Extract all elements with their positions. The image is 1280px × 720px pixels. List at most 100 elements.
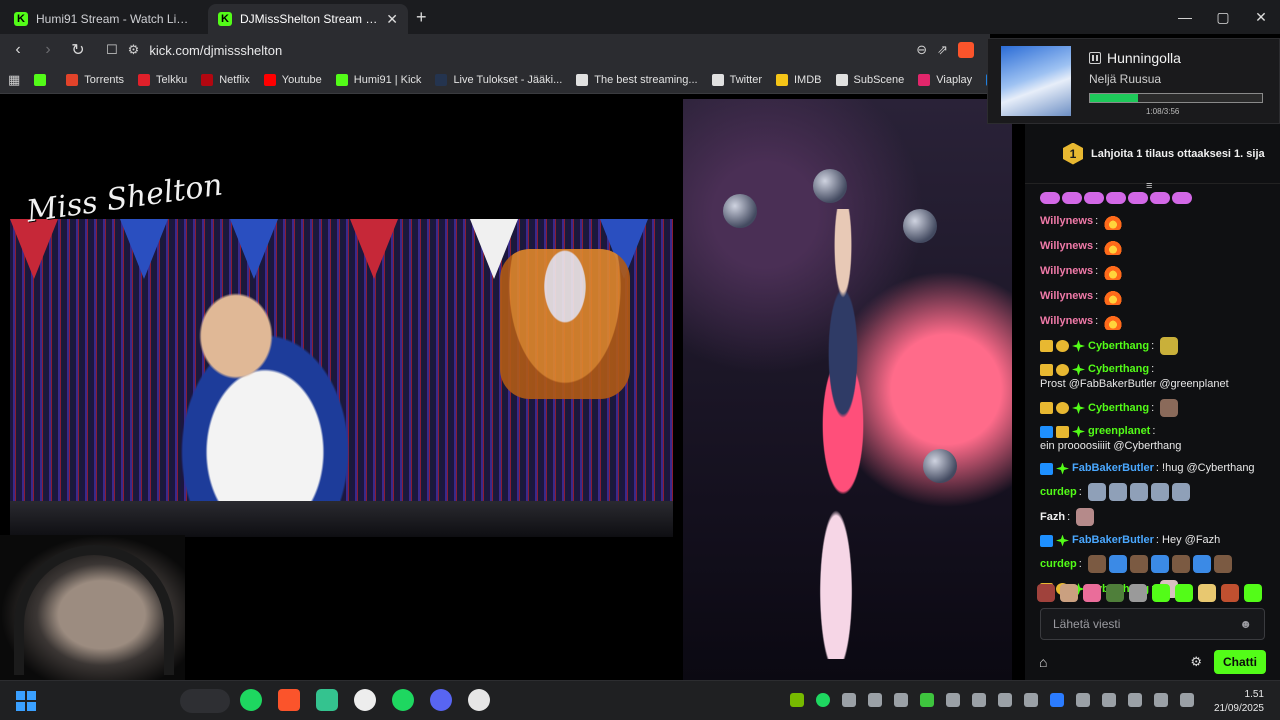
chat-username[interactable]: curdep	[1040, 485, 1077, 500]
back-button[interactable]: ‹	[8, 41, 28, 59]
bookmark-item[interactable]	[34, 73, 52, 86]
chat-message: Willynews:	[1040, 287, 1276, 305]
chat-filter-icon[interactable]: ≡	[1146, 180, 1152, 192]
stein-emote-icon	[1087, 483, 1106, 501]
bookmark-item[interactable]: Humi91 | Kick	[335, 73, 421, 86]
pause-icon[interactable]	[1089, 52, 1101, 64]
chat-username[interactable]: Cyberthang	[1088, 362, 1149, 377]
brave-shields-icon[interactable]	[958, 42, 974, 58]
bookmark-item[interactable]: Netflix	[201, 73, 250, 86]
bookmark-item[interactable]: Telkku	[138, 73, 187, 86]
spotify-icon[interactable]	[240, 689, 262, 711]
audio-tray-icon[interactable]	[998, 693, 1012, 707]
chat-username[interactable]: Willynews	[1040, 314, 1093, 329]
chat-message: FabBakerButler: !hug @Cyberthang	[1040, 461, 1276, 476]
address-bar[interactable]: ☐ ⚙ kick.com/djmissshelton ⊖ ⇗	[98, 38, 982, 62]
chat-username[interactable]: Willynews	[1040, 289, 1093, 304]
minimize-button[interactable]: —	[1166, 0, 1204, 34]
chat-username[interactable]: FabBakerButler	[1072, 533, 1154, 548]
chat-username[interactable]: FabBakerButler	[1072, 461, 1154, 476]
bookmark-item[interactable]: Youtube	[263, 73, 322, 86]
chat-username[interactable]: Cyberthang	[1088, 401, 1149, 416]
app-tray-icon[interactable]	[1024, 693, 1038, 707]
music-miniplayer[interactable]: Hunningolla Neljä Ruusua 1:08/3:56	[987, 38, 1280, 124]
url-text[interactable]: kick.com/djmissshelton	[149, 43, 906, 58]
send-chat-button[interactable]: Chatti	[1214, 650, 1266, 674]
bookmark-item[interactable]: IMDB	[776, 73, 822, 86]
chat-message: Cyberthang: Prost @FabBakerButler @green…	[1040, 362, 1229, 390]
p-icon	[835, 73, 848, 86]
chat-username[interactable]: greenplanet	[1088, 424, 1150, 439]
chat-username[interactable]: Cyberthang	[1088, 339, 1149, 354]
tab-djmissshelton[interactable]: K DJMissShelton Stream - Watch Live on K…	[208, 4, 408, 34]
telkku-icon	[138, 73, 151, 86]
discord-icon[interactable]	[430, 689, 452, 711]
reload-button[interactable]: ↻	[68, 40, 88, 60]
windows-start-icon[interactable]	[16, 691, 36, 711]
chat-input[interactable]: Lähetä viesti ☻	[1040, 608, 1265, 640]
stream-video[interactable]: Miss Shelton	[0, 95, 1012, 680]
bookmark-item[interactable]: Viaplay	[918, 73, 973, 86]
new-tab-button[interactable]: +	[416, 7, 427, 28]
bookmark-item[interactable]: Torrents	[66, 73, 124, 86]
security-icon[interactable]	[1102, 693, 1116, 707]
spotify-tray-icon[interactable]	[816, 693, 830, 707]
close-window-button[interactable]: ✕	[1242, 0, 1280, 34]
chat-username[interactable]: Willynews	[1040, 264, 1093, 279]
site-settings-icon[interactable]: ⚙	[128, 42, 140, 58]
store-icon[interactable]: ⌂	[1039, 654, 1047, 670]
clock-tray-icon[interactable]	[972, 693, 986, 707]
face-emote-icon	[1160, 399, 1179, 417]
emoji-icon[interactable]: ☻	[1239, 617, 1252, 631]
kick-icon: K	[218, 12, 232, 26]
app-grid-icon[interactable]	[468, 689, 490, 711]
forward-button[interactable]: ›	[38, 41, 58, 59]
leaderboard-banner[interactable]: 1 Lahjoita 1 tilaus ottaaksesi 1. sija	[1025, 124, 1280, 184]
microphone-icon[interactable]	[1128, 693, 1142, 707]
chatgpt-icon[interactable]	[354, 689, 376, 711]
app-icon[interactable]	[316, 689, 338, 711]
app-tray-icon[interactable]	[894, 693, 908, 707]
chat-message: Willynews:	[1040, 262, 1276, 280]
onedrive-icon[interactable]	[868, 693, 882, 707]
zoom-icon[interactable]: ⊖	[916, 42, 927, 58]
bookmark-item[interactable]: Live Tulokset - Jääki...	[435, 73, 562, 86]
play-tray-icon[interactable]	[920, 693, 934, 707]
mod-badge-icon	[1040, 425, 1053, 438]
tab-humi91[interactable]: K Humi91 Stream - Watch Live on Kick	[4, 4, 204, 34]
network-icon[interactable]	[1180, 693, 1194, 707]
imdb-icon	[776, 73, 788, 86]
brave-icon[interactable]	[278, 689, 300, 711]
taskbar-search[interactable]	[180, 689, 230, 713]
chat-username[interactable]: Fazh	[1040, 510, 1065, 525]
clock-time: 1.51	[1244, 689, 1264, 700]
leaderboard-text: Lahjoita 1 tilaus ottaaksesi 1. sija	[1091, 147, 1265, 160]
maximize-button[interactable]: ▢	[1204, 0, 1242, 34]
update-icon[interactable]	[946, 693, 960, 707]
chat-message-text: Hey @Fazh	[1162, 534, 1221, 546]
bookmark-item[interactable]: SubScene	[835, 73, 904, 86]
progress-bar[interactable]	[1089, 93, 1263, 103]
bookmark-item[interactable]: Twitter	[711, 73, 762, 86]
chat-username[interactable]: curdep	[1040, 557, 1077, 572]
bookmark-item[interactable]: The best streaming...	[576, 73, 698, 86]
chat-username[interactable]: Willynews	[1040, 239, 1093, 254]
bookmark-page-icon[interactable]: ☐	[106, 42, 118, 58]
gear-icon[interactable]: ⚙	[1190, 654, 1202, 670]
bookmark-label: Viaplay	[936, 73, 973, 86]
stein-emote-icon	[1108, 483, 1127, 501]
apps-grid-icon[interactable]: ▦	[8, 72, 20, 88]
nvidia-icon[interactable]	[790, 693, 804, 707]
share-icon[interactable]: ⇗	[937, 42, 948, 58]
chat-username[interactable]: Willynews	[1040, 214, 1093, 229]
spotify-icon[interactable]	[392, 689, 414, 711]
crown-badge-icon	[1040, 363, 1053, 376]
volume-icon[interactable]	[1154, 693, 1168, 707]
battery-icon[interactable]	[1076, 693, 1090, 707]
taskbar-clock[interactable]: 1.51 21/09/2025	[1214, 688, 1264, 716]
discord-tray-icon[interactable]	[842, 693, 856, 707]
system-tray	[790, 693, 1194, 707]
bluetooth-icon[interactable]	[1050, 693, 1064, 707]
close-tab-icon[interactable]: ✕	[386, 11, 398, 28]
chat-messages: Willynews: Willynews: Willynews: Willyne…	[1040, 192, 1276, 605]
